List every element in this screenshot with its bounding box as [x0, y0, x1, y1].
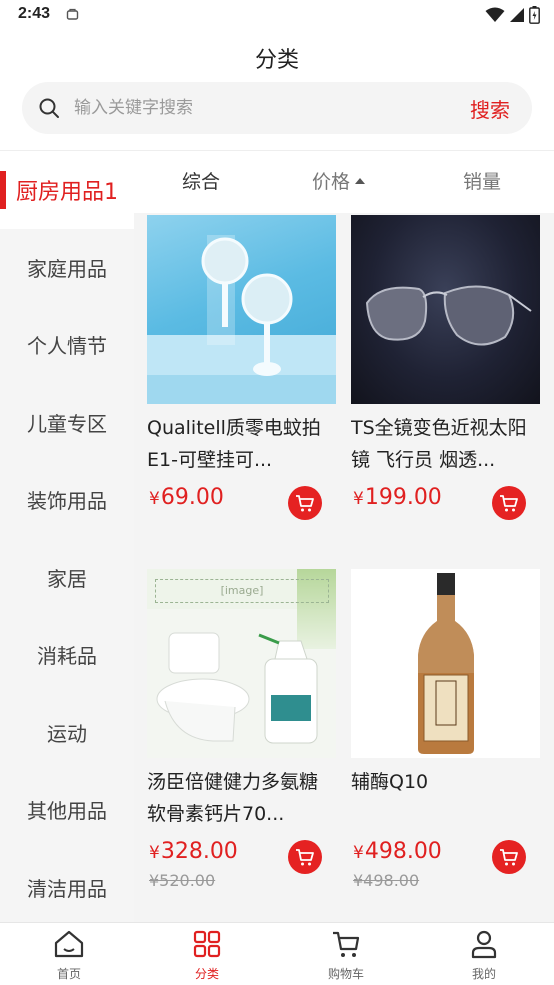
sidebar-item-label: 儿童专区 [27, 411, 107, 436]
product-original-price: ¥520.00 [149, 871, 216, 890]
sidebar-item-household[interactable]: 家庭用品 [0, 229, 134, 307]
bottle-illustration [418, 573, 474, 754]
toilet-cleaner-image: [image] [147, 569, 336, 758]
search-input[interactable] [74, 82, 444, 134]
product-card[interactable]: [image] 汤臣倍健健力多氨糖软骨素钙片70... ¥328.00 ¥520… [147, 569, 336, 909]
add-to-cart-button[interactable] [492, 840, 526, 874]
tab-mine-label: 我的 [471, 967, 496, 981]
status-bar: 2:43 [0, 0, 554, 34]
product-title: 辅酶Q10 [351, 771, 429, 793]
sidebar-item-personal[interactable]: 个人情节 [0, 306, 134, 384]
wine-bottle-image [351, 569, 540, 758]
sidebar-item-home[interactable]: 家居 [0, 539, 134, 617]
currency-symbol: ¥ [353, 843, 364, 863]
search-button[interactable]: 搜索 [470, 94, 510, 123]
sunglasses-illustration [365, 285, 532, 346]
notification-icon [66, 8, 79, 20]
search-bar[interactable]: 搜索 [22, 82, 532, 134]
category-grid-icon [193, 930, 221, 958]
sidebar-item-kids[interactable]: 儿童专区 [0, 384, 134, 462]
wifi-icon [485, 7, 505, 22]
sidebar-item-other[interactable]: 其他用品 [0, 771, 134, 849]
currency-symbol: ¥ [149, 489, 160, 509]
bottom-tab-bar: 首页 分类 购物车 我的 [0, 922, 554, 985]
sidebar-item-label: 运动 [47, 721, 87, 746]
mosquito-racket-image [147, 215, 336, 404]
price-value: 328.00 [160, 839, 238, 864]
price-value: 498.00 [364, 839, 442, 864]
sidebar-item-consumables[interactable]: 消耗品 [0, 616, 134, 694]
tab-home-label: 首页 [56, 967, 81, 981]
add-to-cart-button[interactable] [288, 486, 322, 520]
tab-cart-label: 购物车 [327, 967, 364, 981]
price-value: 199.00 [364, 485, 442, 510]
sidebar-item-decoration[interactable]: 装饰用品 [0, 461, 134, 539]
tab-category-label: 分类 [194, 967, 219, 981]
product-grid: Qualitell质零电蚊拍 E1-可壁挂可... ¥69.00 TS全镜变色近… [134, 213, 554, 923]
product-original-price: ¥498.00 [353, 871, 420, 890]
product-price: ¥498.00 [353, 839, 442, 864]
sidebar-item-label: 其他用品 [27, 799, 107, 824]
sunglasses-image [351, 215, 540, 404]
sort-price[interactable]: 价格 [312, 151, 366, 213]
sidebar-item-label: 消耗品 [37, 644, 97, 669]
battery-icon [529, 6, 540, 24]
user-icon [471, 930, 497, 959]
home-icon [54, 930, 84, 958]
search-icon [39, 98, 59, 118]
category-sidebar: 厨房用品1 家庭用品 个人情节 儿童专区 装饰用品 家居 消耗品 运动 其他用品… [0, 151, 134, 923]
sidebar-item-cleaning[interactable]: 清洁用品 [0, 849, 134, 924]
sidebar-item-sports[interactable]: 运动 [0, 694, 134, 772]
sort-price-label: 价格 [312, 171, 351, 193]
sort-bar: 综合 价格 销量 [134, 151, 554, 213]
sidebar-item-label: 个人情节 [27, 334, 107, 359]
product-card[interactable]: Qualitell质零电蚊拍 E1-可壁挂可... ¥69.00 [147, 215, 336, 555]
add-to-cart-button[interactable] [492, 486, 526, 520]
page-title: 分类 [254, 48, 299, 73]
sort-sales[interactable]: 销量 [463, 151, 501, 213]
product-card[interactable]: 辅酶Q10 ¥498.00 ¥498.00 [351, 569, 540, 909]
cart-icon [296, 495, 314, 512]
sidebar-item-label: 装饰用品 [27, 489, 107, 514]
status-time: 2:43 [18, 5, 51, 22]
sort-up-icon [355, 177, 366, 184]
price-value: 69.00 [160, 485, 224, 510]
currency-symbol: ¥ [149, 843, 160, 863]
cart-icon [500, 495, 518, 512]
sidebar-item-label: 清洁用品 [27, 876, 107, 901]
sidebar-item-kitchen[interactable]: 厨房用品1 [0, 151, 134, 229]
add-to-cart-button[interactable] [288, 840, 322, 874]
sidebar-item-label: 家庭用品 [27, 256, 107, 281]
sort-comprehensive[interactable]: 综合 [182, 151, 220, 213]
image-placeholder-banner: [image] [155, 579, 329, 603]
toilet-illustration [156, 632, 318, 744]
cart-icon [333, 931, 360, 957]
cart-icon [500, 849, 518, 866]
tab-cart[interactable]: 购物车 [306, 929, 386, 982]
cart-icon [296, 849, 314, 866]
tab-mine[interactable]: 我的 [444, 929, 524, 982]
tab-category[interactable]: 分类 [167, 929, 247, 982]
tab-home[interactable]: 首页 [29, 929, 109, 982]
signal-icon [510, 8, 524, 22]
racket-illustration [201, 237, 293, 376]
sidebar-item-label: 厨房用品1 [16, 179, 118, 205]
product-price: ¥328.00 [149, 839, 238, 864]
product-title: Qualitell质零电蚊拍 E1-可壁挂可... [147, 417, 321, 471]
product-title: TS全镜变色近视太阳镜 飞行员 烟透... [351, 417, 527, 471]
product-title: 汤臣倍健健力多氨糖软骨素钙片70... [147, 771, 319, 825]
sidebar-item-label: 家居 [47, 566, 87, 591]
currency-symbol: ¥ [353, 489, 364, 509]
product-price: ¥199.00 [353, 485, 442, 510]
product-price: ¥69.00 [149, 485, 224, 510]
product-card[interactable]: TS全镜变色近视太阳镜 飞行员 烟透... ¥199.00 [351, 215, 540, 555]
